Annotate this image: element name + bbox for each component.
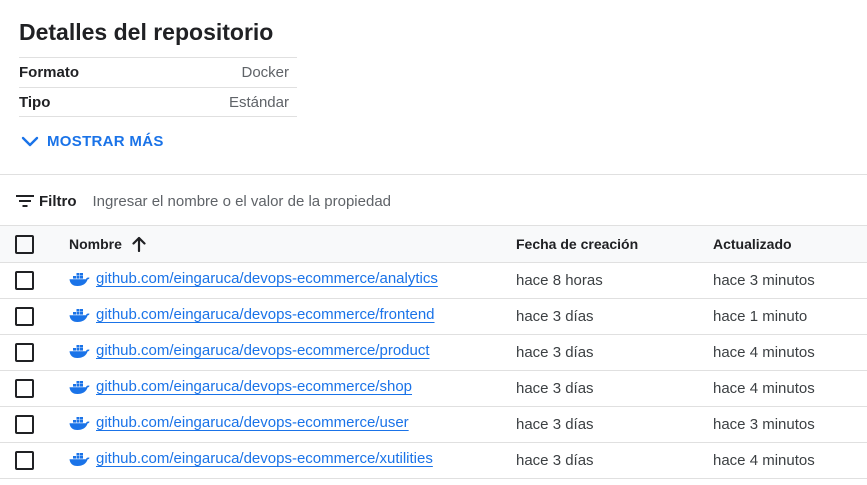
filter-icon — [16, 195, 34, 207]
table-row: github.com/eingaruca/devops-ecommerce/xu… — [0, 443, 867, 479]
row-checkbox[interactable] — [15, 271, 34, 290]
section-divider — [0, 174, 867, 175]
property-key: Tipo — [19, 93, 51, 111]
property-value: Estándar — [228, 93, 289, 111]
updated-date: hace 1 minuto — [713, 308, 808, 325]
updated-date: hace 4 minutos — [713, 344, 815, 361]
docker-icon — [69, 452, 90, 466]
created-date: hace 3 días — [516, 308, 594, 325]
property-value: Docker — [241, 64, 289, 81]
filter-label-text: Filtro — [39, 192, 77, 210]
created-date: hace 8 horas — [516, 272, 603, 289]
table-row: github.com/eingaruca/devops-ecommerce/an… — [0, 263, 867, 299]
docker-icon — [69, 272, 90, 286]
property-row-type: Tipo Estándar — [19, 87, 297, 117]
updated-date: hace 4 minutos — [713, 380, 815, 397]
repository-link[interactable]: github.com/eingaruca/devops-ecommerce/pr… — [69, 342, 430, 359]
row-checkbox[interactable] — [15, 343, 34, 362]
table-row: github.com/eingaruca/devops-ecommerce/pr… — [0, 335, 867, 371]
repository-name: github.com/eingaruca/devops-ecommerce/sh… — [96, 378, 413, 396]
updated-date: hace 4 minutos — [713, 452, 815, 469]
repository-table: Nombre Fecha de creación Actualizado git… — [0, 225, 867, 479]
repository-link[interactable]: github.com/eingaruca/devops-ecommerce/an… — [69, 270, 438, 287]
repository-name: github.com/eingaruca/devops-ecommerce/pr… — [96, 342, 430, 360]
created-date: hace 3 días — [516, 380, 594, 397]
column-header-updated[interactable]: Actualizado — [713, 226, 867, 263]
docker-icon — [69, 344, 90, 358]
table-row: github.com/eingaruca/devops-ecommerce/us… — [0, 407, 867, 443]
updated-date: hace 3 minutos — [713, 272, 815, 289]
repository-link[interactable]: github.com/eingaruca/devops-ecommerce/sh… — [69, 378, 412, 395]
select-all-checkbox[interactable] — [15, 234, 34, 254]
row-checkbox[interactable] — [15, 451, 34, 470]
row-checkbox[interactable] — [15, 415, 34, 434]
docker-icon — [69, 416, 90, 430]
column-header-created[interactable]: Fecha de creación — [516, 226, 713, 263]
repository-name: github.com/eingaruca/devops-ecommerce/xu… — [96, 450, 433, 468]
page-title: Detalles del repositorio — [19, 19, 274, 45]
repository-name: github.com/eingaruca/devops-ecommerce/fr… — [96, 306, 435, 324]
filter-bar: Filtro — [16, 187, 867, 215]
row-checkbox[interactable] — [15, 379, 34, 398]
show-more-button[interactable]: MOSTRAR MÁS — [21, 133, 164, 150]
property-row-format: Formato Docker — [19, 57, 297, 87]
updated-date: hace 3 minutos — [713, 416, 815, 433]
row-checkbox[interactable] — [15, 307, 34, 326]
filter-label: Filtro — [16, 193, 77, 210]
filter-input[interactable] — [92, 192, 593, 210]
repository-link[interactable]: github.com/eingaruca/devops-ecommerce/fr… — [69, 306, 435, 323]
repository-name: github.com/eingaruca/devops-ecommerce/us… — [96, 414, 409, 432]
repository-link[interactable]: github.com/eingaruca/devops-ecommerce/xu… — [69, 450, 433, 467]
created-date: hace 3 días — [516, 344, 594, 361]
chevron-down-icon — [21, 136, 39, 146]
table-row: github.com/eingaruca/devops-ecommerce/fr… — [0, 299, 867, 335]
repository-link[interactable]: github.com/eingaruca/devops-ecommerce/us… — [69, 414, 409, 431]
repository-details: Detalles del repositorio Formato Docker … — [19, 0, 297, 117]
docker-icon — [69, 308, 90, 322]
created-date: hace 3 días — [516, 452, 594, 469]
arrow-up-icon[interactable] — [132, 236, 146, 252]
table-header-row: Nombre Fecha de creación Actualizado — [0, 225, 867, 263]
column-header-name[interactable]: Nombre — [69, 236, 122, 252]
property-key: Formato — [19, 64, 79, 81]
repository-name: github.com/eingaruca/devops-ecommerce/an… — [96, 270, 438, 288]
created-date: hace 3 días — [516, 416, 594, 433]
show-more-label: MOSTRAR MÁS — [47, 133, 164, 150]
docker-icon — [69, 380, 90, 394]
table-row: github.com/eingaruca/devops-ecommerce/sh… — [0, 371, 867, 407]
